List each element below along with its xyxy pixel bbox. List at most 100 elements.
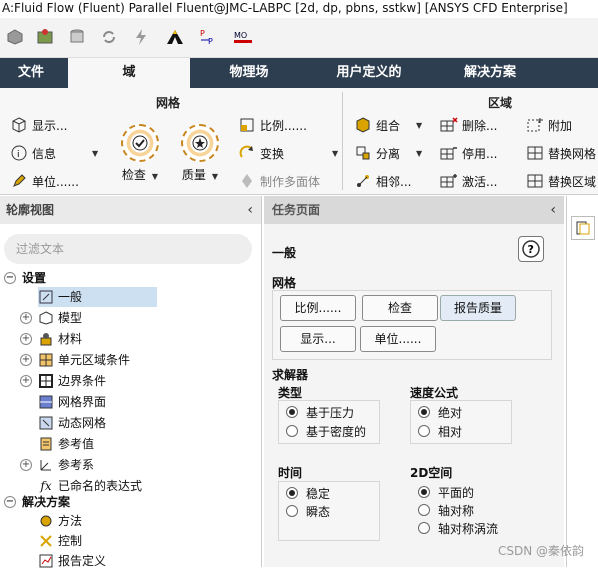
tree-node-dynamic-mesh[interactable]: 动态网格 xyxy=(38,413,106,433)
tree-node-controls[interactable]: 控制 xyxy=(38,531,82,551)
filter-input[interactable]: 过滤文本 xyxy=(4,234,252,264)
cube-outline-icon xyxy=(10,116,28,134)
delete-button[interactable]: 删除... xyxy=(440,114,497,136)
quick-toolbar: PP MO xyxy=(0,18,598,58)
adjacency-icon xyxy=(354,172,372,190)
tree-node-models[interactable]: +模型 xyxy=(20,308,82,328)
check-mesh-button[interactable]: 检查 xyxy=(362,295,438,321)
tab-physics[interactable]: 物理场 xyxy=(200,58,298,88)
replace-mesh-button[interactable]: 替换网格 xyxy=(526,142,596,164)
help-button[interactable]: ? xyxy=(518,236,544,262)
collapse-icon[interactable]: − xyxy=(4,272,16,284)
tree-node-cell-zone-conditions[interactable]: + 单元区域条件 xyxy=(20,350,130,370)
lightning-icon[interactable] xyxy=(130,26,152,48)
tab-user-defined[interactable]: 用户定义的 xyxy=(310,58,428,88)
refresh-icon[interactable] xyxy=(98,26,120,48)
tree-label: 边界条件 xyxy=(58,371,106,391)
expand-icon[interactable]: + xyxy=(20,375,32,387)
tree-label: 设置 xyxy=(22,268,46,288)
tab-solution[interactable]: 解决方案 xyxy=(440,58,540,88)
tree-node-boundary-conditions[interactable]: + 边界条件 xyxy=(20,371,106,391)
radio-dot xyxy=(418,406,430,418)
cylinder-icon[interactable] xyxy=(66,26,88,48)
deactivate-button[interactable]: 停用... xyxy=(440,142,497,164)
controls-icon xyxy=(38,533,54,549)
cube-icon[interactable] xyxy=(4,26,26,48)
info-button[interactable]: i 信息 ▼ xyxy=(10,142,98,164)
replace-zone-button[interactable]: 替换区域 xyxy=(526,170,596,192)
collapse-panel-icon[interactable]: ‹ xyxy=(550,196,556,224)
tree-node-mesh-interfaces[interactable]: 网格界面 xyxy=(38,392,106,412)
check-button[interactable]: 检查▼ xyxy=(118,124,162,183)
help-icon: ? xyxy=(522,240,540,258)
radio-steady[interactable]: 稳定 xyxy=(286,484,330,502)
adjacency-label: 相邻... xyxy=(376,173,411,190)
tree-node-setup[interactable]: −设置 xyxy=(4,268,46,288)
radio-dot xyxy=(418,522,430,534)
ribbon-domain: 网格 区域 显示... i 信息 ▼ 单位...... 检查▼ 质量▼ 比例..… xyxy=(0,88,598,195)
tree-label: 单元区域条件 xyxy=(58,350,130,370)
tree-node-methods[interactable]: 方法 xyxy=(38,511,82,531)
check-icon xyxy=(121,124,159,162)
units-button[interactable]: 单位...... xyxy=(360,326,436,352)
transform-icon xyxy=(238,144,256,162)
scale-button[interactable]: 比例...... xyxy=(280,295,356,321)
combine-button[interactable]: 组合 ▼ xyxy=(354,114,422,136)
expand-icon[interactable]: + xyxy=(20,312,32,324)
make-polyhedra-button[interactable]: 制作多面体 xyxy=(238,170,320,192)
radio-label: 基于压力 xyxy=(306,404,354,421)
expand-icon[interactable]: + xyxy=(20,333,32,345)
radio-density-based[interactable]: 基于密度的 xyxy=(286,422,366,440)
collapse-panel-icon[interactable]: ‹ xyxy=(247,196,253,224)
display-label: 显示... xyxy=(32,117,67,134)
display-mesh-button[interactable]: 显示... xyxy=(280,326,356,352)
ansys-logo-icon[interactable] xyxy=(164,26,186,48)
svg-text:i: i xyxy=(17,150,20,160)
radio-dot xyxy=(286,505,298,517)
tree-node-report-definitions[interactable]: 报告定义 xyxy=(38,551,106,571)
tree-node-reference-values[interactable]: 参考值 xyxy=(38,434,94,454)
quality-button[interactable]: 质量▼ xyxy=(178,124,222,183)
mo-icon[interactable]: MO xyxy=(232,26,254,48)
expand-icon[interactable]: + xyxy=(20,354,32,366)
replace-zone-icon xyxy=(526,172,544,190)
adjacency-button[interactable]: 相邻... xyxy=(354,170,411,192)
tab-domain[interactable]: 域 xyxy=(68,58,190,90)
units-label: 单位...... xyxy=(32,173,79,190)
radio-relative[interactable]: 相对 xyxy=(418,422,462,440)
tree-node-solution[interactable]: −解决方案 xyxy=(4,492,70,512)
transform-button[interactable]: 变换 ▼ xyxy=(238,142,338,164)
window-tab-icon[interactable] xyxy=(571,216,595,240)
radio-dot xyxy=(286,487,298,499)
mesh-icon[interactable] xyxy=(34,26,56,48)
mesh-group-title: 网格 xyxy=(156,94,180,111)
activate-button[interactable]: 激活... xyxy=(440,170,497,192)
info-icon: i xyxy=(10,144,28,162)
tab-file[interactable]: 文件 xyxy=(0,58,62,88)
append-label: 附加 xyxy=(548,117,572,134)
general-title: 一般 xyxy=(272,244,296,261)
radio-transient[interactable]: 瞬态 xyxy=(286,502,330,520)
tree-node-materials[interactable]: + 材料 xyxy=(20,329,82,349)
combine-label: 组合 xyxy=(376,117,400,134)
tree-label: 材料 xyxy=(58,329,82,349)
pp-icon[interactable]: PP xyxy=(198,26,220,48)
collapse-icon[interactable]: − xyxy=(4,496,16,508)
append-button[interactable]: 附加 xyxy=(526,114,572,136)
radio-label: 基于密度的 xyxy=(306,423,366,440)
separate-button[interactable]: 分离 ▼ xyxy=(354,142,422,164)
radio-axisymmetric[interactable]: 轴对称 xyxy=(418,501,474,519)
task-page: 任务页面 ‹ 一般 ? 网格 比例...... 检查 报告质量 显示... 单位… xyxy=(264,196,564,567)
tree-node-general[interactable]: 一般 xyxy=(38,287,157,307)
display-button[interactable]: 显示... xyxy=(10,114,67,136)
radio-pressure-based[interactable]: 基于压力 xyxy=(286,403,354,421)
radio-axisymmetric-swirl[interactable]: 轴对称涡流 xyxy=(418,519,498,537)
units-button[interactable]: 单位...... xyxy=(10,170,79,192)
expand-icon[interactable]: + xyxy=(20,459,32,471)
scale-button[interactable]: 比例...... xyxy=(238,114,307,136)
tree-label: 参考系 xyxy=(58,455,94,475)
radio-absolute[interactable]: 绝对 xyxy=(418,403,462,421)
report-quality-button[interactable]: 报告质量 xyxy=(440,295,516,321)
radio-planar[interactable]: 平面的 xyxy=(418,483,474,501)
tree-node-reference-frames[interactable]: + 参考系 xyxy=(20,455,94,475)
